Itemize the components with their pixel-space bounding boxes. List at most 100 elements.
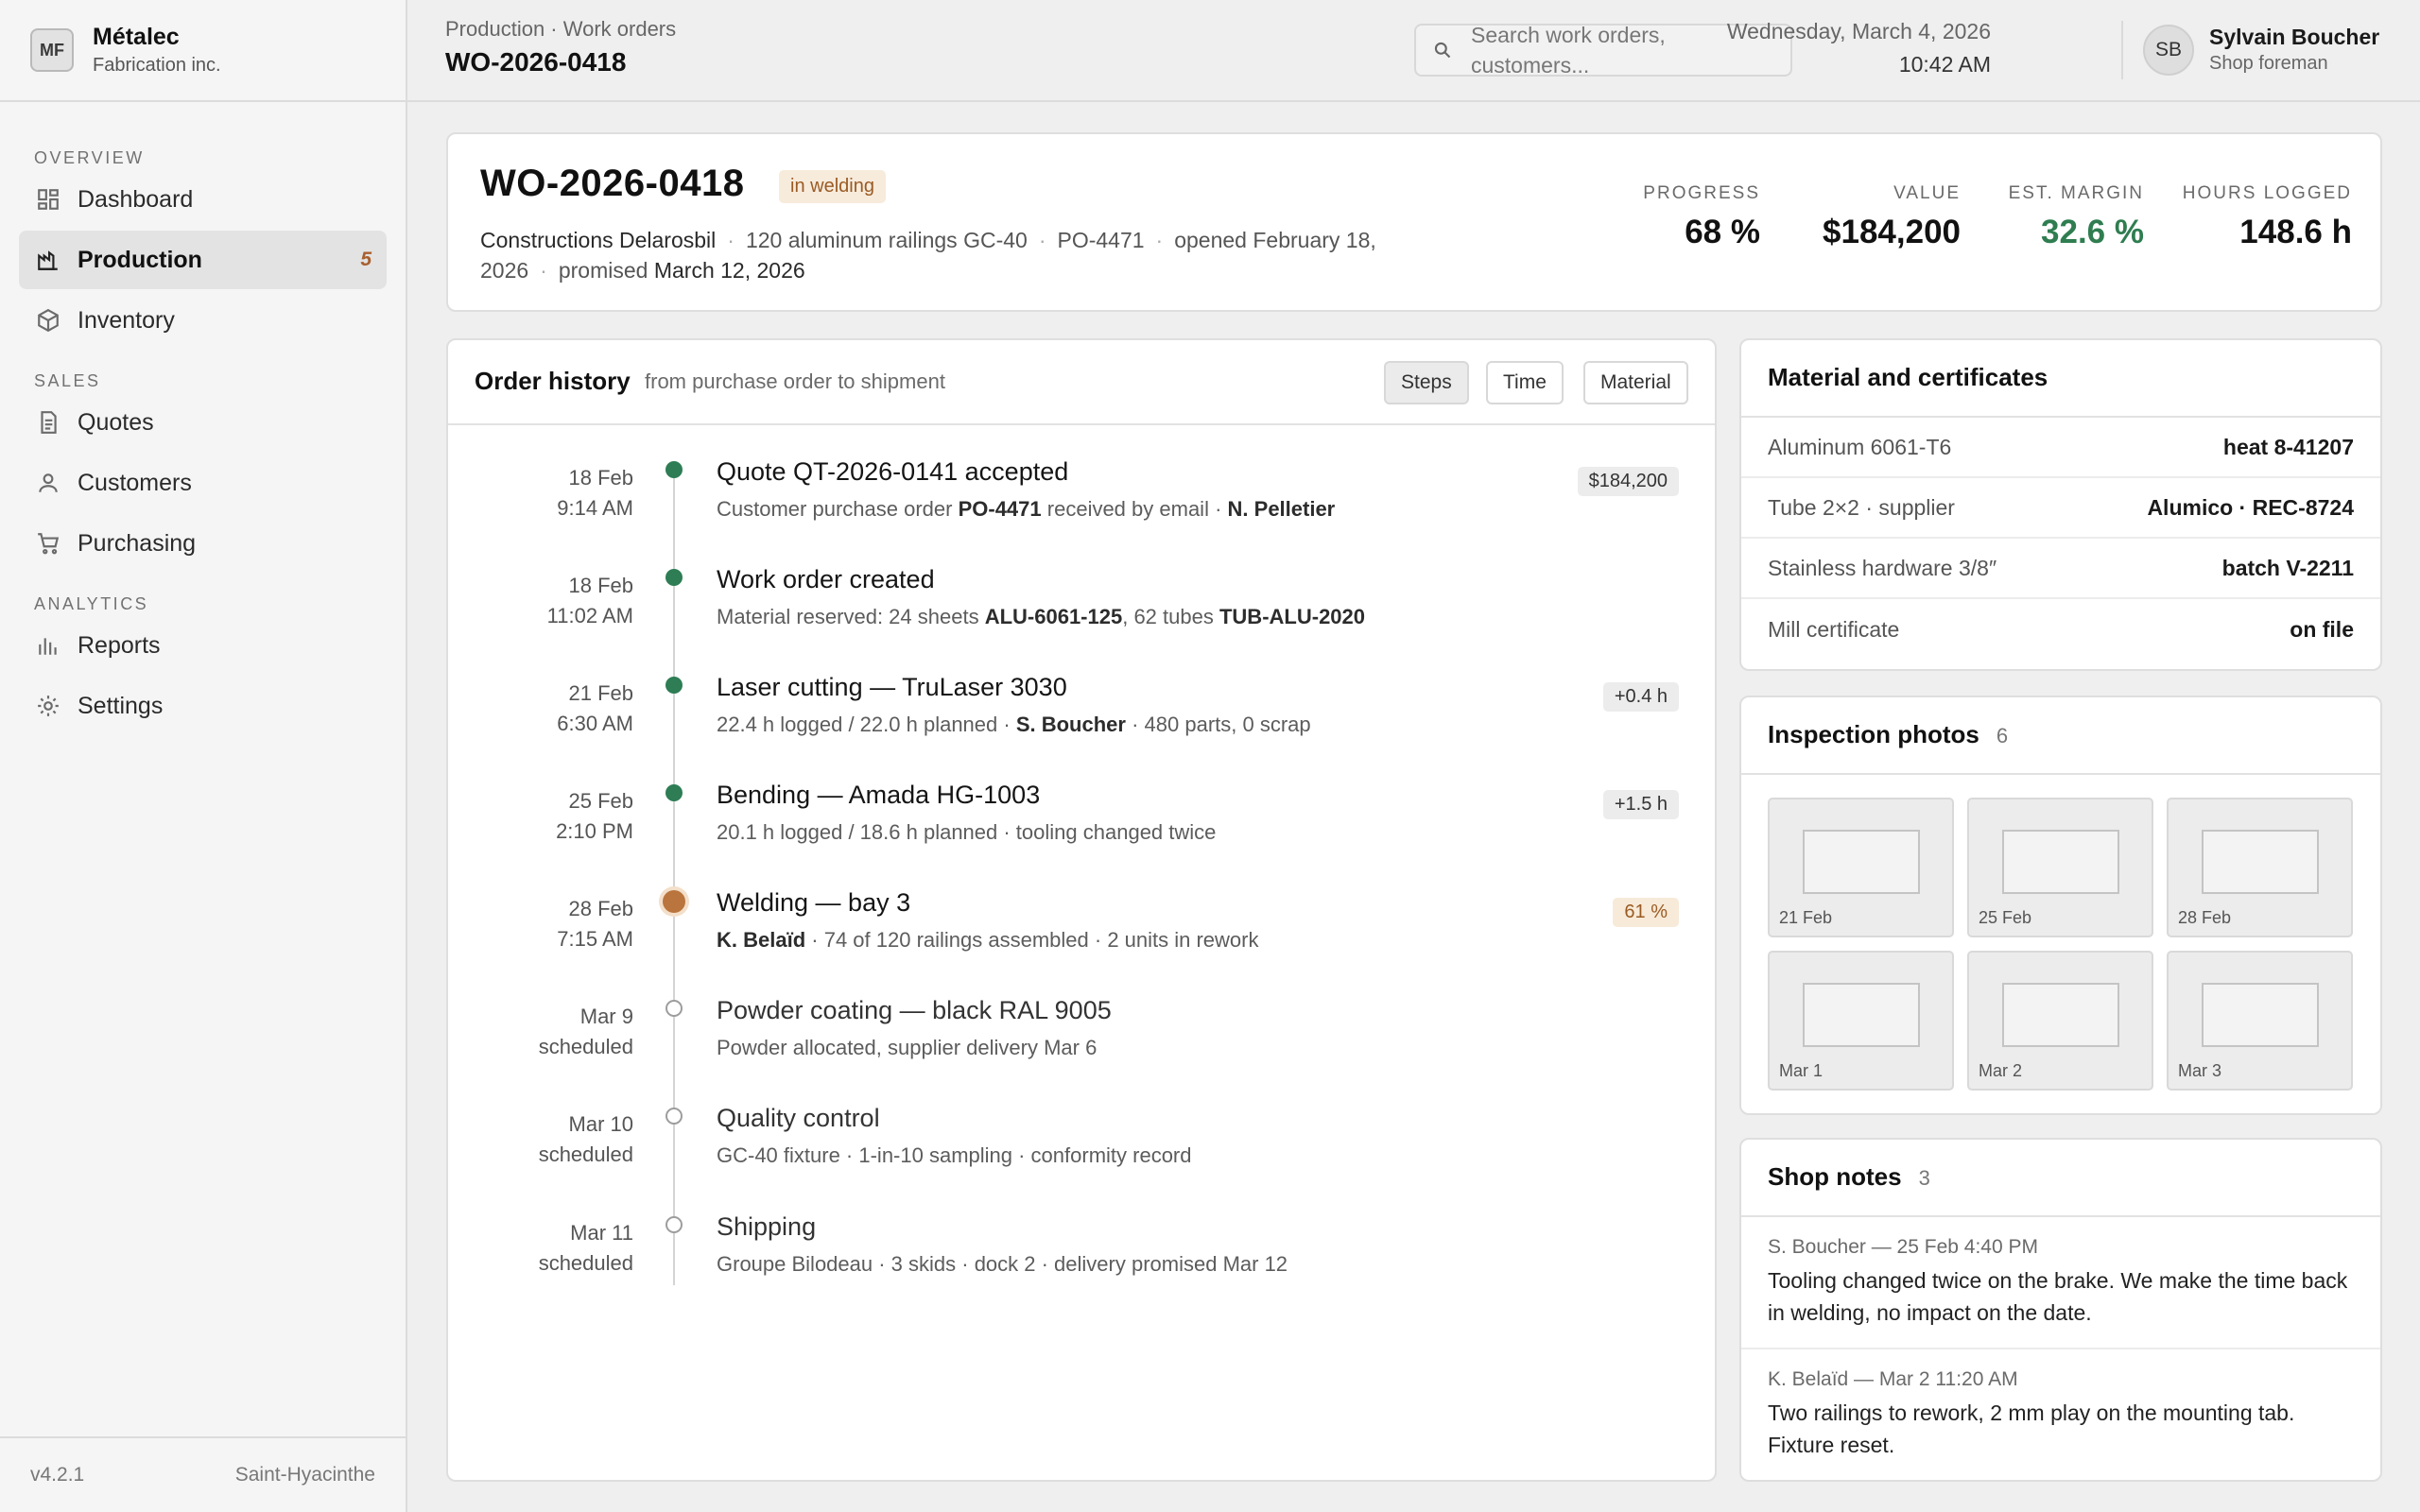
- avatar[interactable]: SB: [2143, 25, 2194, 76]
- notes-count: 3: [1918, 1166, 1930, 1190]
- app-logo: MF: [30, 28, 74, 72]
- event-title: Quote QT-2026-0141 accepted: [717, 457, 1069, 486]
- timeline-event[interactable]: 25 Feb 2:10 PM Bending — Amada HG-1003 20…: [448, 767, 1715, 875]
- image-icon: [1803, 983, 1920, 1047]
- kpi-value: 148.6 h: [2239, 214, 2352, 250]
- sidebar-item-quotes[interactable]: Quotes: [19, 393, 387, 452]
- photo-thumbnail[interactable]: 28 Feb: [2167, 798, 2353, 937]
- photo-thumbnail[interactable]: Mar 1: [1768, 951, 1954, 1091]
- sidebar-item-label: Quotes: [78, 408, 154, 436]
- production-icon: [38, 250, 58, 270]
- search-icon: [1434, 42, 1451, 59]
- photo-caption: 28 Feb: [2178, 908, 2232, 927]
- note-item[interactable]: K. Belaïd — Mar 2 11:20 AM Two railings …: [1741, 1349, 2380, 1482]
- view-steps-button[interactable]: Steps: [1384, 361, 1469, 404]
- event-date: Mar 9: [579, 1005, 633, 1028]
- work-order-summary: WO-2026-0418 in welding Constructions De…: [446, 132, 2382, 312]
- photo-caption: 21 Feb: [1779, 908, 1833, 927]
- image-icon: [2202, 983, 2319, 1047]
- kpi-progress: PROGRESS 68 %: [1643, 183, 1760, 251]
- event-title: Powder coating — black RAL 9005: [717, 996, 1112, 1024]
- photo-thumbnail[interactable]: 25 Feb: [1967, 798, 2153, 937]
- photo-thumbnail[interactable]: Mar 3: [2167, 951, 2353, 1091]
- material-row[interactable]: Aluminum 6061-T6 heat 8-41207: [1741, 418, 2380, 478]
- photo-thumbnail[interactable]: Mar 2: [1967, 951, 2153, 1091]
- sidebar-item-production[interactable]: Production 5: [19, 231, 387, 289]
- material-row[interactable]: Stainless hardware 3/8″ batch V-2211: [1741, 539, 2380, 599]
- completed-dot-icon: [666, 569, 683, 586]
- event-title: Quality control: [717, 1104, 880, 1132]
- material-label: Mill certificate: [1768, 616, 1900, 642]
- photo-count: 6: [1996, 724, 2009, 747]
- sidebar-item-label: Settings: [78, 692, 164, 719]
- materials-panel: Material and certificates Aluminum 6061-…: [1739, 338, 2382, 671]
- promised-date: March 12, 2026: [653, 258, 805, 283]
- event-detail: Customer purchase order PO-4471 received…: [717, 497, 1336, 521]
- timeline-event[interactable]: Mar 9 scheduled Powder coating — black RA…: [448, 983, 1715, 1091]
- in-progress-dot-icon: [663, 890, 685, 913]
- purchase-order[interactable]: PO-4471: [1057, 228, 1144, 252]
- timeline-event[interactable]: 28 Feb 7:15 AM Welding — bay 3 K. Belaïd …: [448, 875, 1715, 983]
- nav-section-overview: OVERVIEW: [34, 148, 145, 167]
- timeline-event[interactable]: 18 Feb 9:14 AM Quote QT-2026-0141 accepte…: [448, 444, 1715, 552]
- work-order-title: WO-2026-0418: [480, 163, 745, 204]
- breadcrumb[interactable]: Production · Work orders: [445, 17, 676, 42]
- sidebar-item-customers[interactable]: Customers: [19, 454, 387, 512]
- timeline-event[interactable]: Mar 11 scheduled Shipping Groupe Bilodeau…: [448, 1199, 1715, 1307]
- sidebar-item-purchasing[interactable]: Purchasing: [19, 514, 387, 573]
- photo-grid: 21 Feb 25 Feb 28 Feb Mar 1 Mar 2 Mar 3: [1768, 798, 2353, 1091]
- event-tag: 61 %: [1613, 898, 1679, 927]
- app-name: Métalec: [93, 24, 180, 50]
- customer-name[interactable]: Constructions Delarosbil: [480, 228, 716, 252]
- sidebar-item-dashboard[interactable]: Dashboard: [19, 170, 387, 229]
- image-icon: [1803, 830, 1920, 894]
- event-time: 9:14 AM: [557, 496, 633, 520]
- sidebar-item-settings[interactable]: Settings: [19, 677, 387, 735]
- event-date: 18 Feb: [568, 466, 634, 490]
- event-time: 2:10 PM: [556, 819, 633, 843]
- material-row[interactable]: Mill certificate on file: [1741, 599, 2380, 660]
- event-detail: Powder allocated, supplier delivery Mar …: [717, 1036, 1098, 1059]
- material-value: heat 8-41207: [2222, 434, 2354, 459]
- view-material-button[interactable]: Material: [1583, 361, 1688, 404]
- image-icon: [2002, 830, 2119, 894]
- note-text: Tooling changed twice on the brake. We m…: [1768, 1268, 2348, 1325]
- sidebar: MF Métalec Fabrication inc. OVERVIEW Das…: [0, 0, 407, 1512]
- plant-location: Saint-Hyacinthe: [234, 1464, 375, 1486]
- timeline-event[interactable]: 18 Feb 11:02 AM Work order created Materi…: [448, 552, 1715, 660]
- photo-caption: Mar 2: [1979, 1061, 2023, 1080]
- event-date: Mar 10: [568, 1112, 633, 1136]
- kpi-value: 32.6 %: [2041, 214, 2144, 250]
- event-time: scheduled: [538, 1251, 633, 1275]
- panel-title: Order history: [475, 367, 631, 395]
- completed-dot-icon: [666, 784, 683, 801]
- current-date: Wednesday, March 4, 2026: [1726, 19, 1991, 43]
- material-value: Alumico · REC-8724: [2147, 494, 2354, 520]
- kpi-value: $184,200: [1823, 214, 1961, 250]
- image-icon: [2002, 983, 2119, 1047]
- timeline-event[interactable]: 21 Feb 6:30 AM Laser cutting — TruLaser 3…: [448, 660, 1715, 767]
- sidebar-item-inventory[interactable]: Inventory: [19, 291, 387, 350]
- material-value: batch V-2211: [2221, 555, 2354, 580]
- timeline-event[interactable]: Mar 10 scheduled Quality control GC-40 fi…: [448, 1091, 1715, 1198]
- user-name[interactable]: Sylvain Boucher: [2209, 25, 2379, 50]
- material-value: on file: [2290, 616, 2354, 642]
- note-item[interactable]: S. Boucher — 25 Feb 4:40 PM Tooling chan…: [1741, 1217, 2380, 1349]
- event-tag: +0.4 h: [1602, 682, 1679, 712]
- gear-icon: [38, 696, 59, 716]
- order-history-header: Order history from purchase order to shi…: [448, 340, 1715, 425]
- material-label: Tube 2×2 · supplier: [1768, 494, 1955, 520]
- event-date: 28 Feb: [568, 897, 634, 920]
- sidebar-item-reports[interactable]: Reports: [19, 616, 387, 675]
- photo-thumbnail[interactable]: 21 Feb: [1768, 798, 1954, 937]
- view-time-button[interactable]: Time: [1486, 361, 1564, 404]
- brand[interactable]: MF Métalec Fabrication inc.: [0, 0, 406, 102]
- material-row[interactable]: Tube 2×2 · supplier Alumico · REC-8724: [1741, 478, 2380, 539]
- panel-title: Shop notes 3: [1768, 1162, 1930, 1191]
- panel-subtitle: from purchase order to shipment: [645, 369, 945, 393]
- cart-icon: [38, 533, 60, 555]
- event-detail: Material reserved: 24 sheets ALU-6061-12…: [717, 605, 1366, 628]
- nav-section-sales: SALES: [34, 371, 101, 390]
- event-time: 6:30 AM: [557, 712, 633, 735]
- current-time: 10:42 AM: [1898, 52, 1991, 77]
